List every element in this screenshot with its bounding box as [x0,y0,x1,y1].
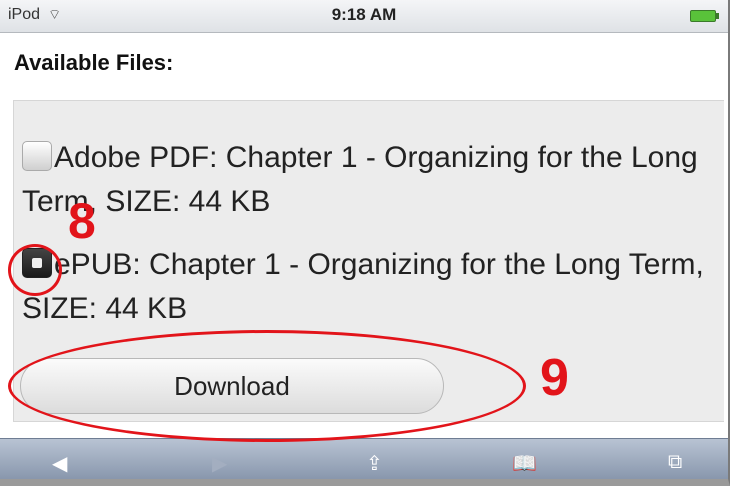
annotation-step-9: 9 [540,349,569,407]
back-icon[interactable]: ◀ [52,451,67,476]
share-icon[interactable]: ⇪ [366,451,383,476]
epub-option-label: ePUB: Chapter 1 - Organizing for the Lon… [22,248,704,325]
pdf-option-label: Adobe PDF: Chapter 1 - Organizing for th… [22,141,698,218]
battery-icon [690,10,719,22]
pages-icon[interactable]: ⧉ [668,451,682,474]
file-option-pdf[interactable]: Adobe PDF: Chapter 1 - Organizing for th… [22,136,712,224]
safari-window: iPod ⌔ 9:18 AM Available Files: Adobe PD… [0,0,730,486]
page-heading: Available Files: [14,50,174,75]
clock: 9:18 AM [331,5,397,24]
forward-icon[interactable]: ▶ [212,451,227,476]
status-bar: iPod ⌔ 9:18 AM [0,0,728,33]
annotation-circle-checkbox [8,244,62,296]
pdf-checkbox[interactable] [22,141,52,171]
bookmarks-icon[interactable]: 📖 [512,451,537,476]
annotation-step-8: 8 [68,193,96,249]
browser-toolbar: ◀ ▶ ⇪ 📖 ⧉ [0,438,728,479]
file-option-epub[interactable]: ePUB: Chapter 1 - Organizing for the Lon… [22,243,712,331]
annotation-circle-download [8,330,526,442]
